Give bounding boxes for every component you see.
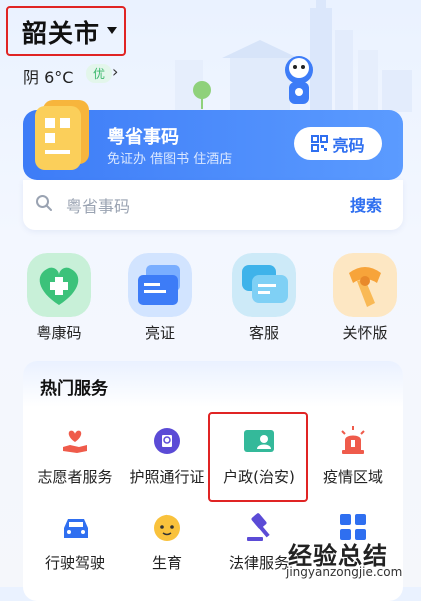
gavel-icon — [247, 513, 270, 541]
health-code-icon — [27, 253, 91, 317]
service-label[interactable]: 户政(治安) — [209, 466, 309, 487]
quick-label: 粤康码 — [36, 324, 82, 342]
quick-item-certificate[interactable] — [128, 253, 192, 321]
city-selector[interactable]: 韶关市 — [22, 14, 100, 50]
chat-bubble-icon — [232, 253, 296, 317]
certificate-cards-icon — [128, 253, 192, 317]
city-skyline-illustration — [175, 0, 412, 112]
search-icon — [36, 195, 52, 211]
household-id-icon — [244, 430, 274, 452]
search-button[interactable]: 搜索 — [350, 192, 382, 216]
show-code-label: 亮码 — [332, 135, 365, 155]
weather-text[interactable]: 阴 6°C — [23, 64, 73, 88]
car-icon — [64, 519, 88, 538]
section-title: 热门服务 — [40, 379, 108, 399]
quick-item-care[interactable] — [333, 253, 397, 321]
quick-label: 关怀版 — [342, 324, 388, 342]
quick-label: 客服 — [248, 324, 279, 342]
code-badge-icon — [35, 100, 89, 170]
service-label[interactable]: 志愿者服务 — [25, 466, 125, 487]
search-input[interactable]: 粤省事码 — [66, 193, 130, 217]
chevron-right-icon[interactable]: › — [112, 62, 118, 81]
service-label[interactable]: 护照通行证 — [117, 466, 217, 487]
qr-code-icon — [311, 135, 329, 152]
passport-globe-icon — [154, 428, 180, 454]
service-label[interactable]: 行驶驾驶 — [25, 552, 125, 573]
card-subtitle: 免证办 借图书 住酒店 — [107, 152, 233, 167]
volunteer-hand-icon — [63, 430, 87, 453]
quick-item-service[interactable] — [232, 253, 296, 321]
watermark-url: jingyanzongjie.com — [286, 565, 403, 579]
alarm-siren-icon — [341, 426, 365, 454]
aqi-badge: 优 — [86, 64, 113, 83]
baby-face-icon — [154, 514, 180, 541]
service-label[interactable]: 疫情区域 — [303, 466, 403, 487]
show-code-button[interactable]: 亮码 — [294, 127, 382, 160]
household-highlight-box — [208, 412, 308, 502]
care-scarf-icon — [333, 253, 397, 317]
service-label[interactable]: 生育 — [117, 552, 217, 573]
card-title: 粤省事码 — [107, 127, 179, 148]
quick-label: 亮证 — [144, 324, 175, 342]
chevron-down-icon[interactable] — [107, 27, 117, 34]
quick-item-health-code[interactable] — [27, 253, 91, 321]
